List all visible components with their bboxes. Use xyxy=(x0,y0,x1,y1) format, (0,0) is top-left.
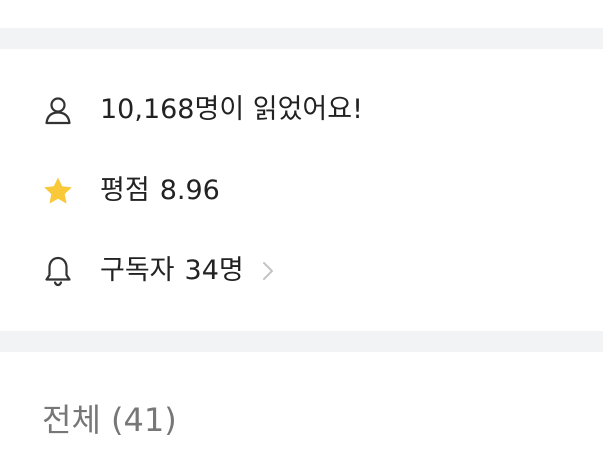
section-divider-bottom xyxy=(0,331,603,352)
subscribers-label: 구독자 xyxy=(100,255,175,286)
readers-row: 10,168명이 읽었어요! xyxy=(0,82,603,138)
page: 10,168명이 읽었어요! 평점 8.96 구독자 34명 전체 (41) xyxy=(0,0,603,453)
rating-value: 8.96 xyxy=(159,175,220,206)
section-divider-top xyxy=(0,28,603,49)
rating-row: 평점 8.96 xyxy=(0,163,603,219)
chevron-right-icon xyxy=(262,262,273,280)
episode-list-title: 전체 (41) xyxy=(42,401,177,439)
readers-count-text: 10,168명이 읽었어요! xyxy=(100,94,363,125)
subscribers-row[interactable]: 구독자 34명 xyxy=(0,243,603,299)
rating-text: 평점 8.96 xyxy=(100,175,220,207)
rating-label: 평점 xyxy=(100,175,150,206)
bell-icon xyxy=(42,255,74,287)
subscribers-value: 34명 xyxy=(184,255,244,286)
person-icon xyxy=(42,94,74,126)
subscribers-text[interactable]: 구독자 34명 xyxy=(100,255,278,287)
star-icon xyxy=(42,175,74,207)
